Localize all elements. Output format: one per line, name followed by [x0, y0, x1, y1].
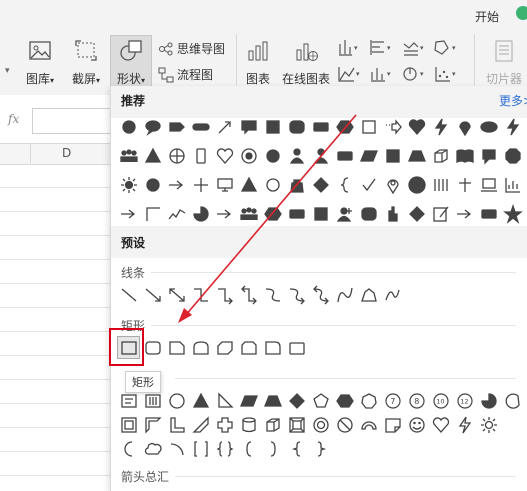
annotation-arrow [178, 114, 357, 323]
